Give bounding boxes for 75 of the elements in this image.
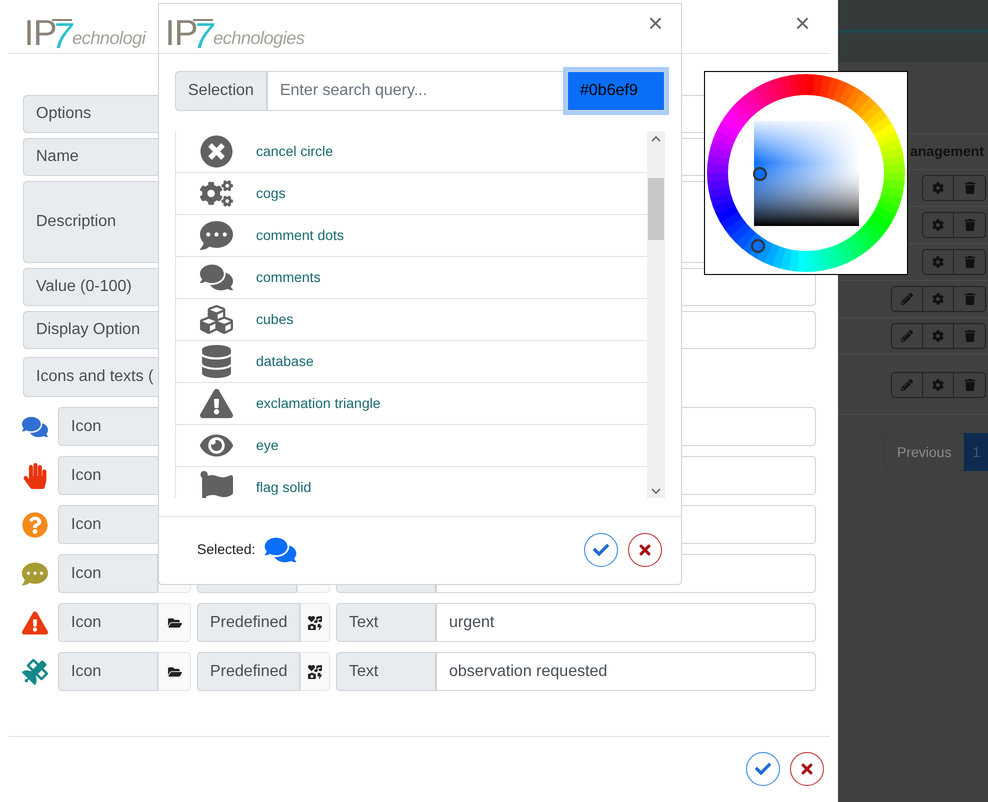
folder-icon: [168, 616, 182, 630]
pencil-icon: [901, 293, 913, 305]
check-icon: [755, 760, 771, 776]
trash-icon: [964, 330, 976, 342]
comments-icon: [263, 536, 298, 564]
scroll-down-icon: [651, 488, 661, 494]
settings-icon: [932, 293, 944, 305]
item-label: database: [256, 352, 314, 371]
folder-button[interactable]: [158, 603, 191, 642]
scrollbar-thumb[interactable]: [648, 178, 664, 240]
search-label: Selection: [175, 71, 267, 111]
folder-button[interactable]: [158, 652, 191, 691]
item-label: cancel circle: [256, 142, 334, 161]
close-icon: [637, 542, 653, 558]
folder-icon: [168, 664, 182, 678]
scrollbar[interactable]: [647, 131, 665, 498]
confirm-button[interactable]: [584, 532, 618, 566]
logo-text: echnologi: [72, 29, 146, 47]
input-field[interactable]: observation requested: [436, 652, 816, 691]
confirm-button[interactable]: [746, 752, 780, 786]
item-label: exclamation triangle: [256, 394, 381, 413]
close-button[interactable]: ×: [794, 4, 810, 43]
selected-label: Selected:: [197, 540, 256, 559]
item-icon: [200, 219, 232, 252]
predefined-button[interactable]: [300, 652, 330, 691]
text-label: Text: [336, 652, 436, 691]
predefined-label: Predefined: [197, 652, 300, 691]
item-icon: [200, 303, 232, 336]
item-label: cogs: [256, 184, 286, 203]
item-icon: [200, 387, 232, 420]
icon-list-item[interactable]: cubes: [176, 299, 647, 341]
icon-label: Icon: [58, 652, 158, 691]
cancel-button[interactable]: [628, 532, 662, 566]
predefined-label: Predefined: [197, 603, 300, 642]
icon-list-item[interactable]: exclamation triangle: [176, 383, 647, 425]
close-button[interactable]: ×: [648, 4, 663, 43]
predefined-button[interactable]: [300, 603, 330, 642]
cancel-button[interactable]: [790, 752, 824, 786]
trash-icon: [964, 182, 976, 194]
settings-icon: [932, 219, 944, 231]
item-label: comment dots: [256, 226, 344, 245]
icon-list-item[interactable]: comments: [176, 257, 647, 299]
trash-icon: [964, 293, 976, 305]
text-label: Text: [336, 603, 436, 642]
item-icon: [200, 135, 232, 168]
icon-list-item[interactable]: cogs: [176, 173, 647, 215]
pencil-icon: [901, 330, 913, 342]
settings-icon: [932, 182, 944, 194]
settings-icon: [932, 330, 944, 342]
icon-list-item[interactable]: comment dots: [176, 215, 647, 257]
icon-label: Icon: [58, 603, 158, 642]
trash-icon: [964, 256, 976, 268]
color-field[interactable]: #0b6ef9: [567, 71, 665, 111]
item-icon: [200, 345, 232, 378]
icon-label: Icon: [58, 554, 158, 593]
input-field[interactable]: urgent: [436, 603, 816, 642]
settings-icon: [932, 256, 944, 268]
icon-list-item[interactable]: database: [176, 341, 647, 383]
icons-icon: [308, 616, 322, 630]
item-label: flag solid: [256, 478, 312, 497]
icons-icon: [308, 664, 322, 678]
icon-list-item[interactable]: eye: [176, 425, 647, 467]
logo-text: echnologies: [213, 29, 304, 47]
icon-list-item[interactable]: cancel circle: [176, 131, 647, 173]
settings-icon: [932, 378, 944, 390]
trash-icon: [964, 378, 976, 390]
item-label: comments: [256, 268, 321, 287]
trash-icon: [964, 219, 976, 231]
close-icon: [799, 760, 815, 776]
check-icon: [593, 542, 609, 558]
scroll-up-icon: [651, 136, 661, 142]
item-icon: [200, 471, 232, 498]
pencil-icon: [901, 378, 913, 390]
item-label: cubes: [256, 310, 294, 329]
item-label: eye: [256, 436, 279, 455]
